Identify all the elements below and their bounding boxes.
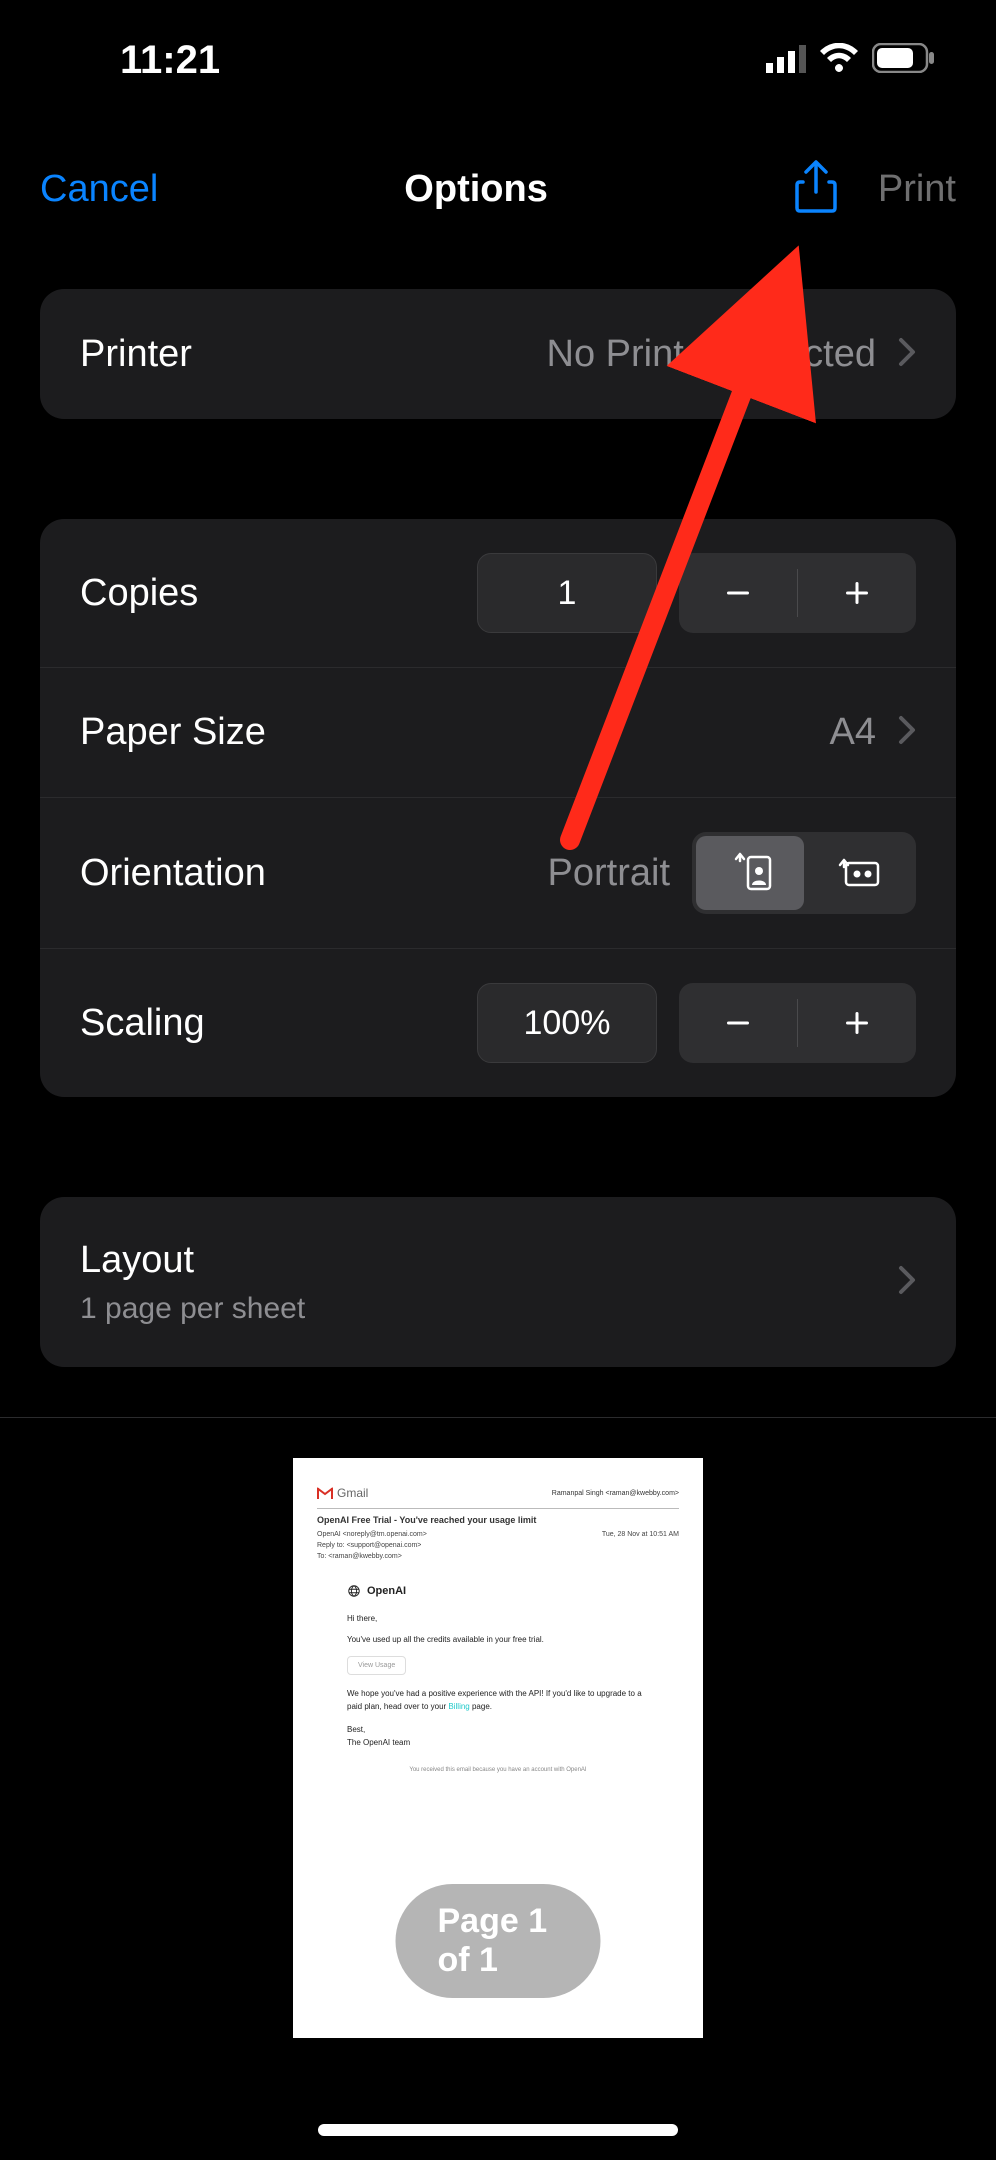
paper-size-row[interactable]: Paper Size A4: [40, 667, 956, 797]
cellular-icon: [766, 38, 806, 83]
preview-best: Best,: [347, 1723, 649, 1736]
share-icon[interactable]: [794, 160, 838, 219]
preview-hi: Hi there,: [347, 1612, 649, 1625]
page-badge: Page 1 of 1: [396, 1884, 601, 1998]
page-preview[interactable]: Gmail Ramanpal Singh <raman@kwebby.com> …: [293, 1458, 703, 2038]
preview-line1: You've used up all the credits available…: [347, 1633, 649, 1646]
copies-stepper: [679, 553, 916, 633]
settings-card: Copies 1 Paper Size A4: [40, 519, 956, 1097]
orientation-label: Orientation: [80, 852, 266, 895]
printer-card: Printer No Printer Selected: [40, 289, 956, 419]
printer-value: No Printer Selected: [547, 333, 877, 376]
scaling-decrement-button[interactable]: [679, 983, 797, 1063]
preview-area: Gmail Ramanpal Singh <raman@kwebby.com> …: [0, 1417, 996, 2160]
scaling-label: Scaling: [80, 1002, 205, 1045]
copies-decrement-button[interactable]: [679, 553, 797, 633]
layout-card: Layout 1 page per sheet: [40, 1197, 956, 1367]
wifi-icon: [818, 38, 860, 83]
preview-meta-date: Tue, 28 Nov at 10:51 AM: [602, 1529, 679, 1562]
orientation-segmented: [692, 832, 916, 914]
printer-row[interactable]: Printer No Printer Selected: [40, 289, 956, 419]
preview-from-name: Ramanpal Singh <raman@kwebby.com>: [552, 1490, 679, 1497]
page-title: Options: [404, 168, 548, 211]
print-button[interactable]: Print: [878, 168, 956, 211]
preview-meta-to: To: <raman@kwebby.com>: [317, 1551, 427, 1562]
printer-label: Printer: [80, 333, 192, 376]
chevron-right-icon: [898, 337, 916, 372]
preview-team: The OpenAI team: [347, 1736, 649, 1749]
gmail-logo: Gmail: [317, 1486, 368, 1500]
copies-row: Copies 1: [40, 519, 956, 667]
preview-meta-reply: Reply to: <support@openai.com>: [317, 1540, 427, 1551]
chevron-right-icon: [898, 1265, 916, 1300]
scaling-row: Scaling 100%: [40, 948, 956, 1097]
preview-subject: OpenAI Free Trial - You've reached your …: [317, 1515, 679, 1525]
status-right: [766, 38, 936, 83]
layout-sub: 1 page per sheet: [80, 1292, 305, 1326]
status-bar: 11:21: [0, 0, 996, 120]
preview-line2: We hope you've had a positive experience…: [347, 1687, 649, 1713]
orientation-landscape-button[interactable]: [804, 836, 912, 910]
scaling-value-box[interactable]: 100%: [477, 983, 657, 1063]
openai-logo: OpenAI: [347, 1584, 679, 1598]
battery-icon: [872, 38, 936, 83]
orientation-portrait-button[interactable]: [696, 836, 804, 910]
preview-footer: You received this email because you have…: [317, 1767, 679, 1773]
scaling-increment-button[interactable]: [798, 983, 916, 1063]
paper-size-label: Paper Size: [80, 711, 266, 754]
orientation-row: Orientation Portrait: [40, 797, 956, 948]
preview-view-usage: View Usage: [347, 1656, 406, 1675]
status-time: 11:21: [120, 38, 220, 83]
nav-bar: Cancel Options Print: [0, 120, 996, 269]
copies-increment-button[interactable]: [798, 553, 916, 633]
layout-row[interactable]: Layout 1 page per sheet: [40, 1197, 956, 1367]
preview-meta-from: OpenAI <noreply@tm.openai.com>: [317, 1529, 427, 1540]
paper-size-value: A4: [830, 711, 876, 754]
copies-value-box[interactable]: 1: [477, 553, 657, 633]
home-indicator: [318, 2124, 678, 2136]
layout-label: Layout: [80, 1239, 305, 1282]
scaling-stepper: [679, 983, 916, 1063]
orientation-value: Portrait: [548, 852, 670, 895]
copies-label: Copies: [80, 572, 198, 615]
cancel-button[interactable]: Cancel: [40, 168, 158, 211]
chevron-right-icon: [898, 715, 916, 750]
